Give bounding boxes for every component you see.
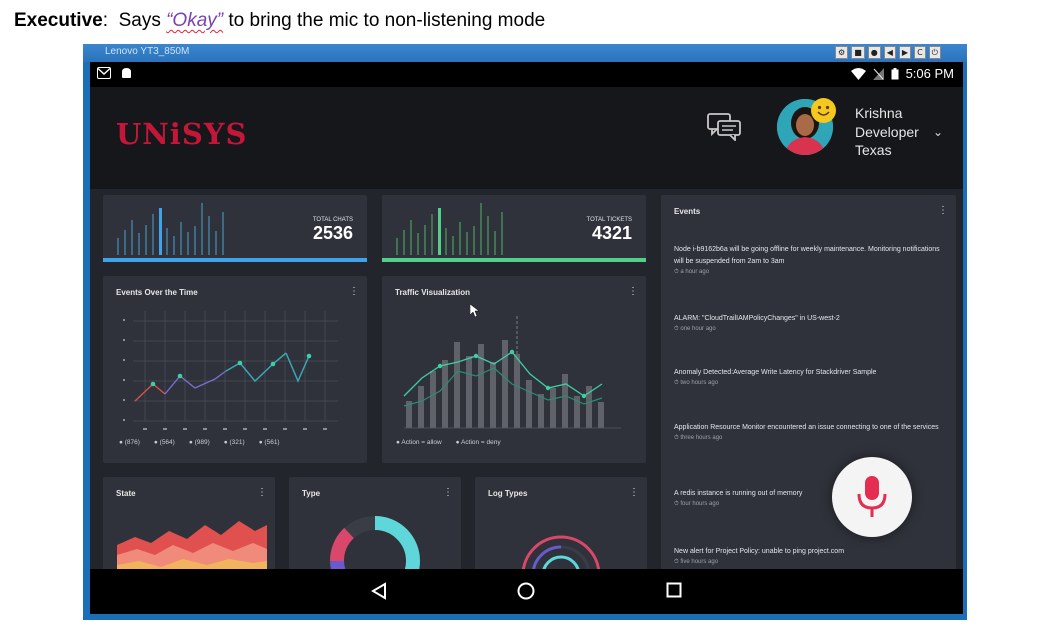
caption-quoted-word: “Okay”	[166, 10, 224, 31]
tickets-accent-bar	[382, 258, 646, 262]
more-vert-icon[interactable]: ⋮	[349, 286, 359, 297]
log-types-title: Log Types	[488, 489, 528, 498]
legend-item: (989)	[189, 439, 210, 446]
events-over-time-title: Events Over the Time	[116, 288, 198, 297]
caption-speaker: Executive	[14, 10, 103, 31]
chats-sparkbars	[117, 203, 224, 255]
no-signal-icon	[872, 67, 884, 80]
log-types-card: Log Types ⋮	[475, 477, 647, 577]
more-vert-icon[interactable]: ⋮	[443, 487, 453, 498]
total-tickets-value: 4321	[591, 223, 632, 243]
user-location: Texas	[855, 142, 892, 158]
window-title: Lenovo YT3_850M	[105, 46, 190, 57]
type-card: Type ⋮	[289, 477, 461, 577]
chat-icon[interactable]	[707, 113, 741, 141]
total-tickets-card: TOTAL TICKETS 4321	[382, 195, 646, 262]
events-title: Events	[674, 207, 701, 216]
log-types-radial-chart	[521, 535, 601, 576]
emulator-window: Lenovo YT3_850M ⚙ ■ ● ◀ ▶ C ⏻ 5:06 PM UN…	[83, 44, 967, 620]
legend-item: (564)	[154, 439, 175, 446]
event-time: ⏱ a hour ago	[674, 269, 710, 275]
more-vert-icon[interactable]: ⋮	[628, 286, 638, 297]
type-donut-chart	[329, 516, 421, 577]
wifi-icon	[850, 67, 866, 80]
events-over-time-card: Events Over the Time ⋮ ● (876) ● (564) ●…	[103, 276, 367, 463]
caption-after: to bring the mic to non-listening mode	[223, 10, 546, 31]
user-name: Krishna	[855, 105, 903, 121]
recents-icon[interactable]	[666, 582, 682, 598]
status-time: 5:06 PM	[905, 66, 954, 81]
user-info[interactable]: Krishna Developer Texas	[855, 104, 919, 160]
gmail-icon	[97, 67, 111, 79]
window-controls: ⚙ ■ ● ◀ ▶ C ⏻	[835, 46, 941, 59]
tickets-sparkbars	[396, 203, 503, 255]
traffic-title: Traffic Visualization	[395, 288, 470, 297]
event-item[interactable]: New alert for Project Policy: unable to …	[674, 546, 942, 566]
rotate-icon[interactable]: C	[914, 46, 926, 59]
camera-icon[interactable]: ■	[851, 46, 865, 59]
events-legend: (876) (564) (989) (321) (561)	[119, 439, 280, 446]
microphone-icon	[857, 476, 887, 517]
events-card: Events ⋮ Node i-b9162b6a will be going o…	[661, 195, 956, 575]
total-chats-value: 2536	[312, 223, 353, 243]
chats-accent-bar	[103, 258, 367, 262]
power-icon[interactable]: ⏻	[928, 46, 941, 59]
state-card: State ⋮	[103, 477, 275, 577]
home-icon[interactable]	[517, 582, 535, 600]
event-text: Application Resource Monitor encountered…	[674, 424, 939, 431]
total-chats-card: TOTAL CHATS 2536	[103, 195, 367, 262]
window-bottom-border	[83, 614, 967, 620]
state-stream-chart	[117, 521, 267, 573]
smiley-icon	[811, 98, 836, 123]
app-header: UNiSYS Krishna Developer Texas ⌄	[90, 87, 963, 189]
event-item[interactable]: Node i-b9162b6a will be going offline fo…	[674, 244, 942, 276]
back-icon[interactable]	[371, 582, 387, 600]
event-time: ⏱ one hour ago	[674, 326, 716, 332]
type-title: Type	[302, 489, 321, 498]
legend-deny: Action = deny	[456, 439, 501, 446]
volume-up-icon[interactable]: ▶	[898, 46, 912, 59]
event-item[interactable]: Application Resource Monitor encountered…	[674, 422, 942, 442]
event-item[interactable]: ALARM: "CloudTrailIAMPolicyChanges" in U…	[674, 313, 942, 333]
navigation-bar	[90, 569, 963, 614]
event-time: ⏱ three hours ago	[674, 435, 723, 441]
more-vert-icon[interactable]: ⋮	[257, 487, 267, 498]
event-time: ⏱ five hours ago	[674, 559, 719, 565]
legend-allow: Action = allow	[396, 439, 441, 446]
more-vert-icon[interactable]: ⋮	[938, 205, 948, 216]
event-text: New alert for Project Policy: unable to …	[674, 548, 845, 555]
state-title: State	[116, 489, 136, 498]
status-bar: 5:06 PM	[90, 62, 963, 87]
traffic-visualization-card: Traffic Visualization ⋮ Actio	[382, 276, 646, 463]
legend-item: (321)	[224, 439, 245, 446]
device-screen: 5:06 PM UNiSYS Krishna Developer Texas ⌄…	[90, 62, 963, 614]
event-text: ALARM: "CloudTrailIAMPolicyChanges" in U…	[674, 315, 840, 322]
traffic-legend: Action = allow Action = deny	[396, 439, 501, 446]
volume-down-icon[interactable]: ◀	[883, 46, 896, 59]
unisys-logo: UNiSYS	[116, 117, 248, 151]
legend-item: (876)	[119, 439, 140, 446]
event-text: Anomaly Detected:Average Write Latency f…	[674, 369, 877, 376]
event-time: ⏱ two hours ago	[674, 380, 719, 386]
caption-before: Says	[108, 10, 167, 31]
chevron-down-icon[interactable]: ⌄	[933, 125, 943, 139]
screenshot-icon[interactable]: ●	[867, 46, 881, 59]
window-titlebar[interactable]: Lenovo YT3_850M ⚙ ■ ● ◀ ▶ C ⏻	[83, 44, 967, 62]
battery-icon	[891, 67, 899, 79]
microphone-button[interactable]	[832, 457, 912, 537]
android-icon	[122, 68, 131, 78]
more-vert-icon[interactable]: ⋮	[629, 487, 639, 498]
events-line-chart	[123, 311, 338, 430]
user-role: Developer	[855, 123, 919, 140]
settings-icon[interactable]: ⚙	[835, 46, 849, 59]
legend-item: (561)	[259, 439, 279, 446]
event-text: Node i-b9162b6a will be going offline fo…	[674, 246, 940, 265]
event-item[interactable]: Anomaly Detected:Average Write Latency f…	[674, 367, 942, 387]
caption: Executive: Says “Okay” to bring the mic …	[14, 10, 545, 32]
traffic-bar-line-chart	[403, 316, 621, 429]
